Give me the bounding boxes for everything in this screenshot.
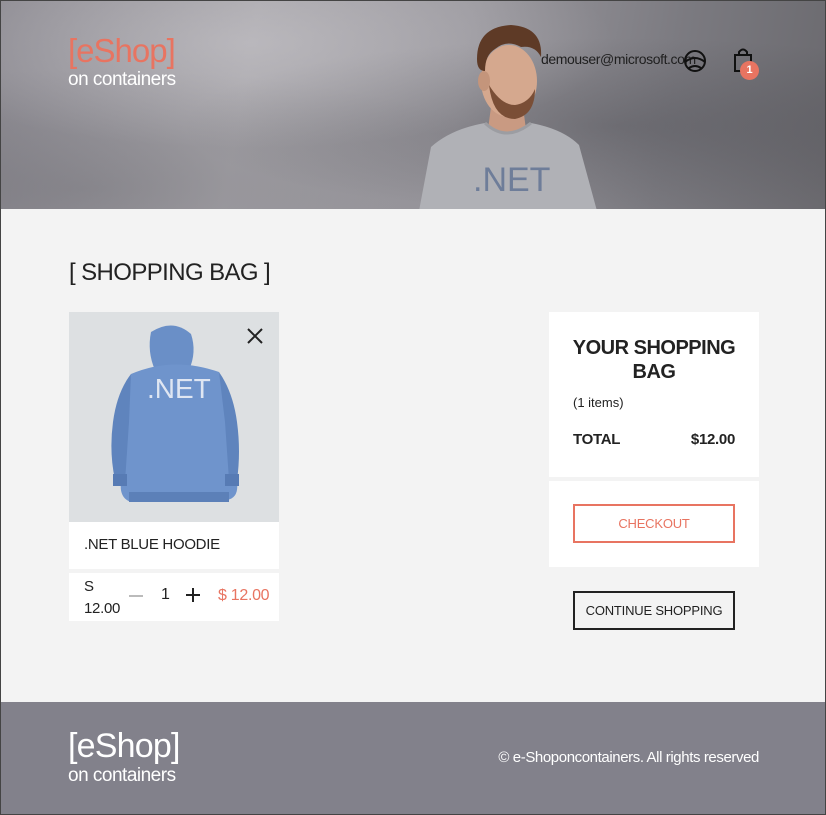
summary-title: YOUR SHOPPING BAG: [572, 337, 736, 383]
hoodie-print: .NET: [147, 373, 211, 404]
item-divider: [69, 569, 279, 573]
cart-item: .NET .NET BLUE HOODIE S 12.00 1 $ 12.00: [69, 312, 279, 621]
footer: [eShop] on containers © e-Shoponcontaine…: [1, 702, 825, 814]
copyright-text: © e-Shoponcontainers. All rights reserve…: [498, 749, 759, 766]
item-unit-value: 12.00: [84, 600, 121, 617]
item-total-price: $ 12.00: [218, 587, 270, 604]
page-title: [ SHOPPING BAG ]: [69, 259, 271, 286]
footer-logo-brand: [eShop]: [68, 727, 180, 765]
decrease-quantity-button[interactable]: [125, 586, 147, 608]
summary-divider: [549, 477, 759, 481]
summary-total-value: $12.00: [690, 431, 735, 448]
hero-shirt-text: .NET: [473, 161, 550, 199]
summary-item-count: (1 items): [573, 395, 624, 410]
hero-banner: .NET [eShop] on containers demouser@micr…: [1, 1, 825, 209]
cart-count-badge[interactable]: 1: [740, 61, 759, 80]
item-size-label: S: [84, 578, 94, 595]
item-unit-price: S 12.00: [84, 576, 124, 620]
quantity-value[interactable]: 1: [161, 586, 170, 604]
logo[interactable]: [eShop] on containers: [68, 33, 176, 91]
user-avatar-icon[interactable]: [682, 48, 708, 74]
increase-quantity-button[interactable]: [186, 588, 200, 602]
checkout-button[interactable]: CHECKOUT: [573, 504, 735, 543]
minus-icon: [129, 595, 143, 597]
logo-brand: [eShop]: [68, 32, 176, 69]
order-summary: YOUR SHOPPING BAG (1 items) TOTAL $12.00…: [549, 312, 759, 567]
footer-logo[interactable]: [eShop] on containers: [68, 727, 180, 787]
remove-item-icon[interactable]: [245, 326, 265, 346]
hero-model-image: .NET: [419, 25, 597, 209]
footer-logo-subtitle: on containers: [68, 765, 176, 786]
user-email[interactable]: demouser@microsoft.com: [541, 51, 696, 67]
logo-subtitle: on containers: [68, 69, 176, 90]
summary-total-label: TOTAL: [573, 431, 621, 448]
item-name: .NET BLUE HOODIE: [84, 536, 220, 553]
continue-shopping-button[interactable]: CONTINUE SHOPPING: [573, 591, 735, 630]
